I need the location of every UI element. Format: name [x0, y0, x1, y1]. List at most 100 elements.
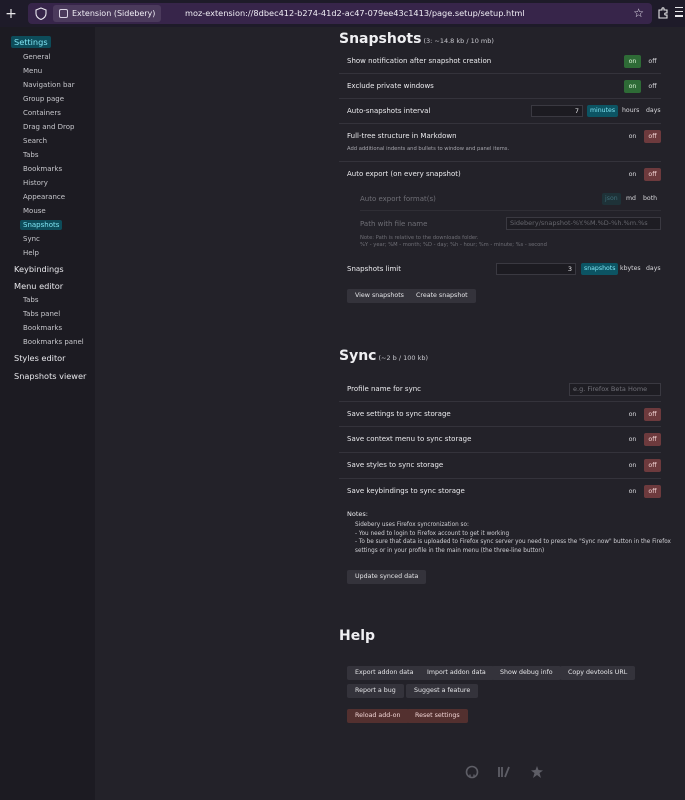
sync-note-line: - You need to login to Firefox account t… — [355, 530, 510, 537]
nav-navigation-bar[interactable]: Navigation bar — [23, 81, 75, 89]
toggle-on[interactable]: on — [624, 408, 641, 421]
url-text[interactable]: moz-extension://8dbec412-b274-41d2-ac47-… — [185, 8, 525, 18]
toggle-save-styles[interactable]: on off — [621, 459, 661, 472]
option-label: Show notification after snapshot creatio… — [347, 57, 492, 65]
option-label: Snapshots limit — [347, 265, 401, 273]
nav-menu-editor-bookmarks-panel[interactable]: Bookmarks panel — [23, 338, 84, 346]
sync-title: Sync — [339, 348, 377, 364]
limit-input[interactable]: 3 — [496, 263, 576, 275]
copy-devtools-url-button[interactable]: Copy devtools URL — [560, 666, 636, 680]
help-heading: Help — [339, 628, 376, 644]
nav-menu[interactable]: Menu — [23, 67, 42, 75]
option-save-styles: Save styles to sync storage on off — [339, 453, 661, 479]
toggle-save-settings[interactable]: on off — [621, 408, 661, 421]
toggle-on[interactable]: on — [624, 130, 641, 143]
reload-addon-button[interactable]: Reload add-on — [347, 709, 409, 723]
address-bar[interactable]: Extension (Sidebery) moz-extension://8db… — [28, 3, 652, 24]
option-auto-interval: Auto-snapshots interval 7 minutes hours … — [339, 99, 661, 124]
profile-name-input[interactable]: e.g. Firefox Beta Home — [569, 383, 661, 396]
nav-styles-editor[interactable]: Styles editor — [14, 353, 66, 363]
nav-history[interactable]: History — [23, 179, 48, 187]
interval-input[interactable]: 7 — [531, 105, 583, 117]
hamburger-menu-icon[interactable] — [675, 7, 683, 19]
export-addon-data-button[interactable]: Export addon data — [347, 666, 422, 680]
bookmark-star-icon[interactable]: ☆ — [633, 6, 644, 20]
nav-general[interactable]: General — [23, 53, 51, 61]
unit-kbytes[interactable]: kbytes — [617, 263, 644, 275]
toggle-off[interactable]: off — [644, 130, 661, 143]
toggle-auto-export[interactable]: on off — [621, 168, 661, 181]
toggle-full-tree[interactable]: on off — [621, 130, 661, 143]
path-input[interactable]: Sidebery/snapshot-%Y.%M.%D-%h.%m.%s — [506, 217, 661, 230]
option-label: Auto-snapshots interval — [347, 107, 431, 115]
nav-sync[interactable]: Sync — [23, 235, 40, 243]
divider — [360, 210, 661, 211]
unit-days-limit[interactable]: days — [643, 263, 664, 275]
toggle-off[interactable]: off — [644, 485, 661, 498]
nav-containers[interactable]: Containers — [23, 109, 61, 117]
toggle-off[interactable]: off — [644, 55, 661, 68]
import-addon-data-button[interactable]: Import addon data — [419, 666, 494, 680]
format-md[interactable]: md — [623, 193, 639, 205]
settings-content: Snapshots (3: ~14.8 kb / 10 mb) Show noti… — [95, 27, 685, 800]
nav-menu-editor-bookmarks[interactable]: Bookmarks — [23, 324, 62, 332]
toggle-off[interactable]: off — [644, 459, 661, 472]
shield-icon[interactable] — [35, 7, 47, 20]
sync-note-line: - To be sure that data is uploaded to Fi… — [355, 539, 671, 546]
format-both[interactable]: both — [640, 193, 660, 205]
sync-note-line: Sidebery uses Firefox syncronization so: — [355, 522, 469, 528]
toggle-save-context[interactable]: on off — [621, 433, 661, 446]
toggle-save-keybindings[interactable]: on off — [621, 485, 661, 498]
suggest-feature-button[interactable]: Suggest a feature — [406, 684, 479, 698]
toggle-on[interactable]: on — [624, 433, 641, 446]
snapshots-size-note: (3: ~14.8 kb / 10 mb) — [423, 37, 494, 45]
nav-tabs[interactable]: Tabs — [23, 151, 39, 159]
toggle-exclude-private[interactable]: on off — [621, 80, 661, 93]
nav-bookmarks[interactable]: Bookmarks — [23, 165, 62, 173]
nav-help[interactable]: Help — [23, 249, 39, 257]
report-bug-button[interactable]: Report a bug — [347, 684, 404, 698]
nav-menu-editor[interactable]: Menu editor — [14, 281, 63, 291]
unit-hours[interactable]: hours — [619, 105, 642, 117]
addons-store-icon[interactable] — [497, 765, 511, 779]
toggle-on[interactable]: on — [624, 55, 641, 68]
nav-snapshots[interactable]: Snapshots — [20, 220, 63, 230]
new-tab-plus-icon[interactable]: + — [0, 6, 22, 22]
toggle-on[interactable]: on — [624, 459, 641, 472]
nav-group-page[interactable]: Group page — [23, 95, 64, 103]
toggle-on[interactable]: on — [624, 168, 641, 181]
unit-minutes[interactable]: minutes — [587, 105, 619, 117]
toggle-off[interactable]: off — [644, 168, 661, 181]
reset-settings-button[interactable]: Reset settings — [407, 709, 468, 723]
nav-mouse[interactable]: Mouse — [23, 207, 46, 215]
nav-menu-editor-tabs-panel[interactable]: Tabs panel — [23, 310, 60, 318]
nav-keybindings[interactable]: Keybindings — [14, 264, 64, 274]
kofi-icon[interactable] — [530, 765, 544, 779]
nav-menu-editor-tabs[interactable]: Tabs — [23, 296, 39, 304]
toggle-on[interactable]: on — [624, 485, 641, 498]
github-icon[interactable] — [465, 765, 479, 779]
unit-days[interactable]: days — [643, 105, 664, 117]
nav-drag-and-drop[interactable]: Drag and Drop — [23, 123, 74, 131]
toggle-off[interactable]: off — [644, 433, 661, 446]
toggle-off[interactable]: off — [644, 80, 661, 93]
format-json[interactable]: json — [602, 193, 621, 205]
toggle-on[interactable]: on — [624, 80, 641, 93]
nav-appearance[interactable]: Appearance — [23, 193, 65, 201]
unit-snapshots[interactable]: snapshots — [581, 263, 619, 275]
toggle-off[interactable]: off — [644, 408, 661, 421]
sync-note-line: settings or in your profile in the main … — [355, 547, 545, 554]
extension-identity-chip[interactable]: Extension (Sidebery) — [53, 5, 162, 22]
toggle-show-notification[interactable]: on off — [621, 55, 661, 68]
create-snapshot-button[interactable]: Create snapshot — [408, 289, 476, 303]
update-synced-data-button[interactable]: Update synced data — [347, 570, 427, 584]
path-label: Path with file name — [360, 220, 428, 228]
nav-snapshots-viewer[interactable]: Snapshots viewer — [14, 371, 86, 381]
view-snapshots-button[interactable]: View snapshots — [347, 289, 412, 303]
option-auto-export: Auto export (on every snapshot) on off A… — [339, 162, 661, 258]
show-debug-info-button[interactable]: Show debug info — [492, 666, 561, 680]
nav-settings[interactable]: Settings — [11, 36, 51, 48]
nav-search[interactable]: Search — [23, 137, 47, 145]
browser-toolbar: + Extension (Sidebery) moz-extension://8… — [0, 0, 685, 27]
extensions-puzzle-icon[interactable] — [657, 6, 669, 20]
